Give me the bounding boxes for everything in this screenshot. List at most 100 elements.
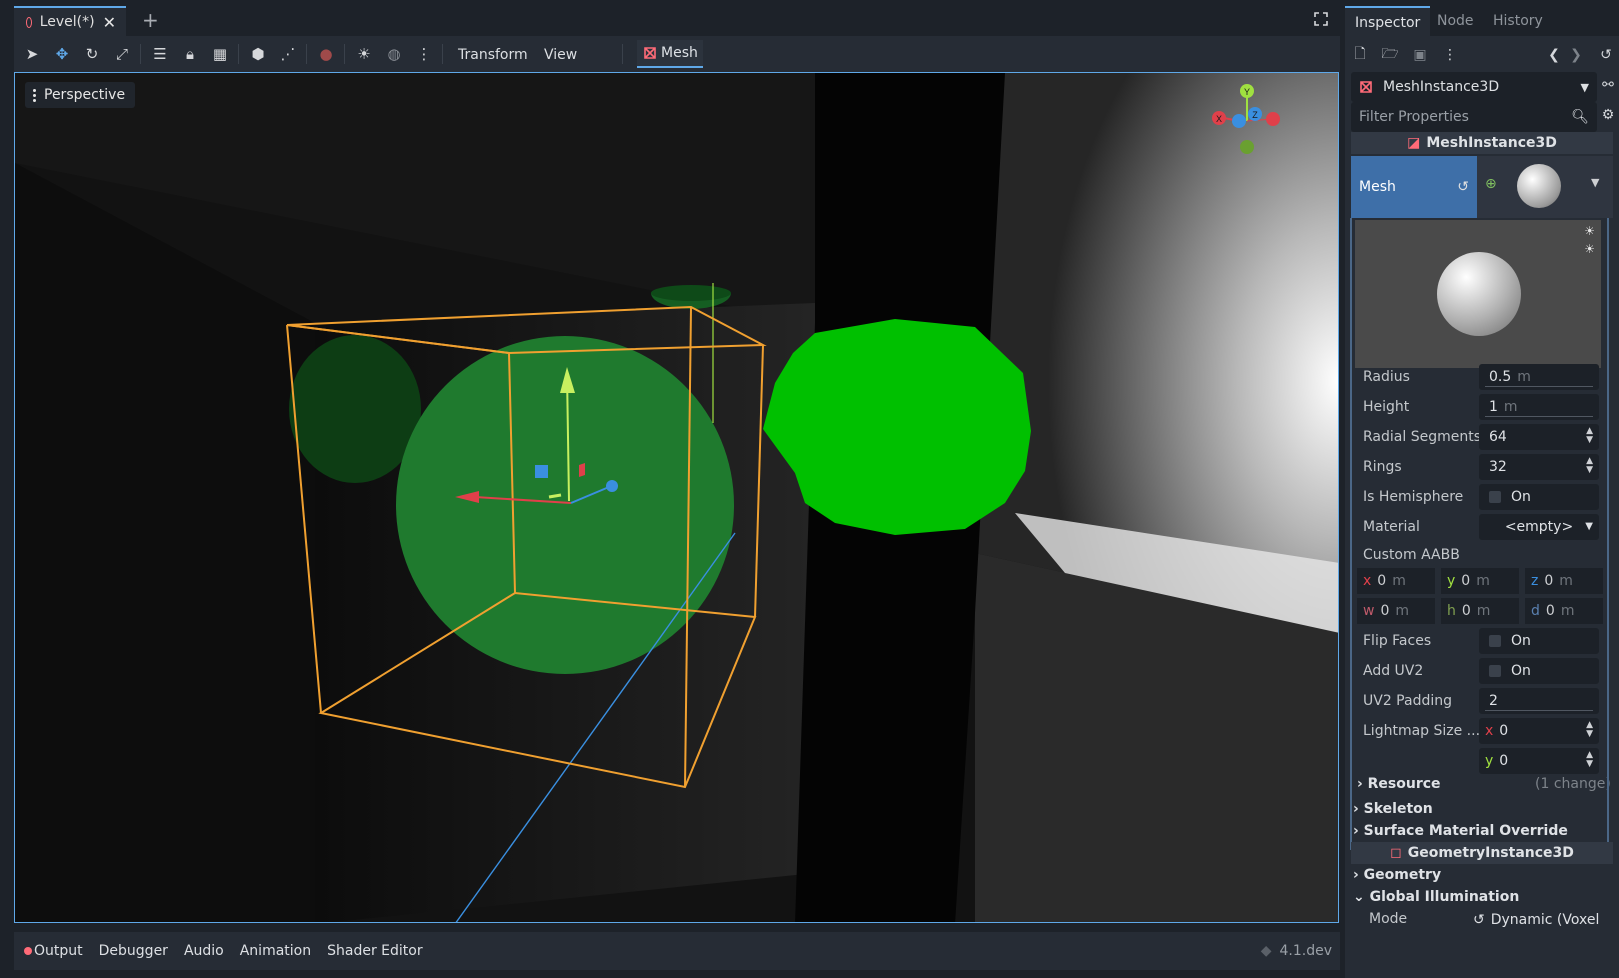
custom-aabb-label: Custom AABB (1363, 547, 1460, 563)
mesh-preview: ☀ ☀ (1355, 220, 1601, 368)
distraction-free-icon[interactable] (1314, 12, 1328, 26)
back-sphere (289, 335, 421, 483)
tab-shader-editor[interactable]: Shader Editor (319, 932, 430, 970)
chevron-down-icon: ▼ (1585, 521, 1593, 532)
revert-icon[interactable]: ↺ (1457, 156, 1469, 218)
geometry-section[interactable]: › Geometry (1353, 864, 1441, 886)
aabb-d-field[interactable]: d0m (1525, 598, 1603, 624)
view-menu[interactable]: View (544, 44, 577, 66)
geometryinstance-icon: ◻ (1390, 845, 1402, 861)
spinner-icon[interactable]: ▲ ▼ (1586, 751, 1593, 769)
meshinstance-icon (1360, 81, 1372, 93)
inspector-dock: Inspector Node History 🗋︎ 🗁︎ ▣ ⋮ ❮ ❯ ↺ M… (1345, 0, 1619, 978)
select-tool-icon[interactable]: ➤ (22, 44, 42, 64)
height-field[interactable]: 1m (1479, 394, 1599, 420)
checkbox-icon (1489, 491, 1501, 503)
resource-menu-icon[interactable]: ⋮ (1441, 46, 1459, 64)
mesh-property[interactable]: Mesh ↺ (1351, 156, 1477, 218)
sun-preview-icon[interactable]: ☀ (354, 44, 374, 64)
settings-icon[interactable]: ⚙ (1599, 106, 1617, 124)
resource-change-count: (1 change) (1535, 776, 1611, 792)
list-select-icon[interactable]: ☰ (150, 44, 170, 64)
is-hemisphere-checkbox[interactable]: On (1479, 484, 1599, 510)
gi-mode-label: Mode (1369, 911, 1408, 927)
checkbox-icon (1489, 635, 1501, 647)
rings-field[interactable]: 32 ▲ ▼ (1479, 454, 1599, 480)
tab-animation[interactable]: Animation (232, 932, 319, 970)
flip-faces-label: Flip Faces (1363, 633, 1432, 649)
light2-toggle-icon[interactable]: ☀ (1584, 242, 1595, 256)
lightmap-size-y-field[interactable]: y 0 ▲ ▼ (1479, 748, 1599, 774)
mesh-resource-picker[interactable]: ⊕ ▼ (1477, 156, 1613, 218)
flip-faces-checkbox[interactable]: On (1479, 628, 1599, 654)
new-resource-icon[interactable]: 🗋︎ (1351, 46, 1369, 64)
object-selector[interactable]: MeshInstance3D ▼ (1351, 72, 1597, 102)
spinner-icon[interactable]: ▲ ▼ (1586, 721, 1593, 739)
tab-inspector[interactable]: Inspector (1345, 6, 1431, 36)
tab-node[interactable]: Node (1437, 6, 1474, 36)
rotate-tool-icon[interactable]: ↻ (82, 44, 102, 64)
filter-properties-input[interactable]: Filter Properties 🔍︎ (1351, 102, 1597, 132)
add-uv2-checkbox[interactable]: On (1479, 658, 1599, 684)
tab-history[interactable]: History (1493, 6, 1543, 36)
add-icon[interactable]: ⊕ (1485, 176, 1497, 192)
output-error-icon (24, 947, 32, 955)
material-picker[interactable]: <empty> ▼ (1479, 514, 1599, 540)
scale-tool-icon[interactable]: ⤢ (112, 44, 132, 64)
perspective-menu[interactable]: Perspective (25, 82, 136, 108)
save-resource-icon[interactable]: ▣ (1411, 46, 1429, 64)
lightmap-size-x-field[interactable]: x 0 ▲ ▼ (1479, 718, 1599, 744)
tab-output[interactable]: Output (32, 932, 91, 970)
move-tool-icon[interactable]: ✥ (52, 44, 72, 64)
radius-field[interactable]: 0.5 m (1479, 364, 1599, 390)
tab-debugger[interactable]: Debugger (91, 932, 176, 970)
camera-override-icon[interactable]: ● (316, 44, 336, 64)
search-icon: 🔍︎ (1571, 109, 1589, 125)
gi-mode-select[interactable]: ↺ Dynamic (Voxel (1473, 908, 1619, 932)
aabb-w-field[interactable]: w0m (1357, 598, 1435, 624)
mesh-menu[interactable]: Mesh (637, 40, 703, 68)
uv2-padding-field[interactable]: 2 (1479, 688, 1599, 714)
aabb-h-field[interactable]: h0m (1441, 598, 1519, 624)
lightmap-size-label: Lightmap Size ... (1363, 723, 1481, 739)
spinner-icon[interactable]: ▲ ▼ (1586, 427, 1593, 445)
history-forward-icon[interactable]: ❯ (1567, 46, 1585, 64)
add-scene-tab-button[interactable]: + (142, 8, 159, 32)
chevron-down-icon[interactable]: ▼ (1591, 176, 1599, 189)
scene-tab[interactable]: Level(*) ✕ (14, 6, 126, 36)
close-tab-icon[interactable]: ✕ (103, 13, 116, 32)
node-link-icon[interactable]: ⚯ (1599, 76, 1617, 94)
revert-icon[interactable]: ↺ (1473, 912, 1485, 928)
aabb-y-field[interactable]: y0m (1441, 568, 1519, 594)
kebab-icon (33, 88, 36, 102)
transform-menu[interactable]: Transform (458, 44, 528, 66)
gizmo-x-label: X (1216, 114, 1222, 124)
more-options-icon[interactable]: ⋮ (414, 44, 434, 64)
lock-icon[interactable]: 🔒︎ (180, 44, 200, 64)
mesh-thumbnail (1517, 164, 1561, 208)
light1-toggle-icon[interactable]: ☀ (1584, 224, 1595, 238)
rings-label: Rings (1363, 459, 1402, 475)
resource-section[interactable]: › Resource (1357, 773, 1441, 795)
history-back-icon[interactable]: ❮ (1545, 46, 1563, 64)
aabb-z-field[interactable]: z0m (1525, 568, 1603, 594)
group-icon[interactable]: ▦ (210, 44, 230, 64)
uv2-padding-label: UV2 Padding (1363, 693, 1452, 709)
local-space-icon[interactable]: ⬢ (248, 44, 268, 64)
godot-icon: ◆ (1260, 943, 1272, 959)
surface-material-override-section[interactable]: › Surface Material Override (1353, 820, 1568, 842)
history-icon[interactable]: ↺ (1597, 46, 1615, 64)
chevron-down-icon: ▼ (1580, 80, 1589, 94)
open-resource-icon[interactable]: 🗁︎ (1381, 46, 1399, 64)
environment-preview-icon[interactable]: ◍ (384, 44, 404, 64)
radial-segments-field[interactable]: 64 ▲ ▼ (1479, 424, 1599, 450)
spinner-icon[interactable]: ▲ ▼ (1586, 457, 1593, 475)
tab-audio[interactable]: Audio (176, 932, 232, 970)
snap-icon[interactable]: ⋰ (278, 44, 298, 64)
skeleton-section[interactable]: › Skeleton (1353, 798, 1433, 820)
mesh-icon (644, 47, 656, 59)
3d-viewport[interactable]: Y X Z Perspective (14, 72, 1339, 923)
aabb-x-field[interactable]: x0m (1357, 568, 1435, 594)
radius-label: Radius (1363, 369, 1410, 385)
radial-segments-label: Radial Segments (1363, 429, 1481, 445)
